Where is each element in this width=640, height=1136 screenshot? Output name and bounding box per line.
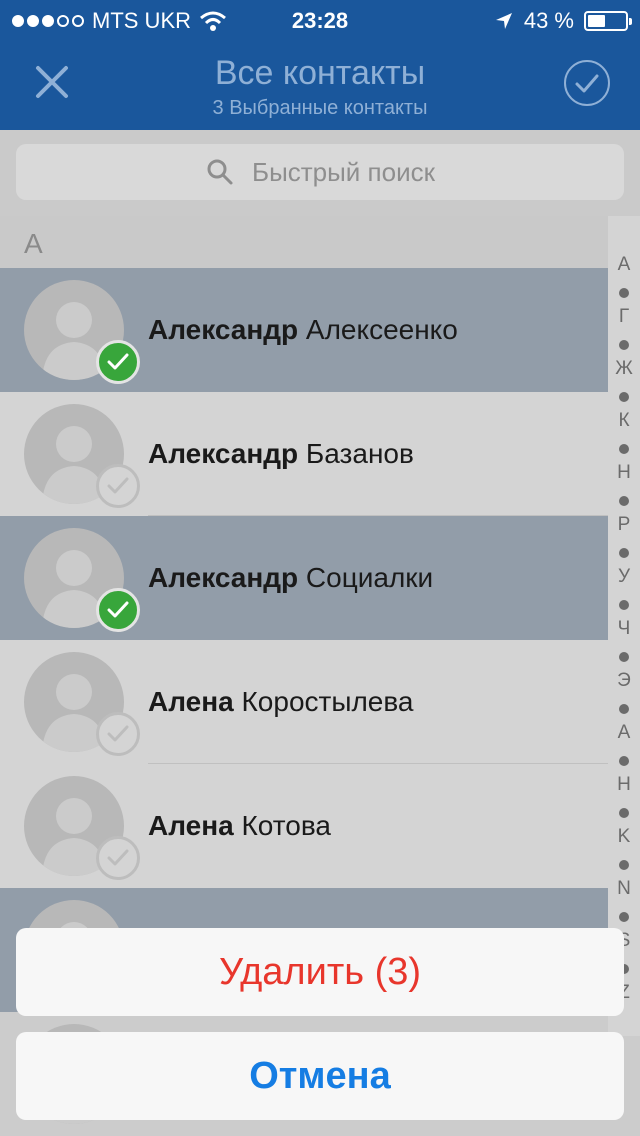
index-letter[interactable]: Ч (608, 618, 640, 640)
checkmark-icon (575, 74, 599, 93)
search-input[interactable]: Быстрый поиск (16, 144, 624, 200)
contact-row[interactable]: Алена Котова (0, 764, 608, 888)
unselected-check-icon[interactable] (96, 836, 140, 880)
status-bar: MTS UKR 23:28 43 % (0, 0, 640, 40)
location-arrow-icon (495, 13, 512, 29)
selected-count-subtitle: 3 Выбранные контакты (212, 97, 428, 119)
delete-button[interactable]: Удалить (3) (16, 928, 624, 1016)
contact-name: Александр Социалки (148, 562, 434, 593)
contact-name: Александр Алексеенко (148, 314, 458, 345)
alphabet-index[interactable]: А Г Ж К Н Р У Ч Э A H K N S Z (608, 216, 640, 1036)
contact-row[interactable]: Алена Коростылева (0, 640, 608, 764)
unselected-check-icon[interactable] (96, 712, 140, 756)
navigation-bar: MTS UKR 23:28 43 % Все контакты 3 Выбран… (0, 0, 640, 130)
index-letter[interactable]: Ж (608, 358, 640, 380)
contact-row[interactable]: Александр Базанов (0, 392, 608, 516)
cancel-button[interactable]: Отмена (16, 1032, 624, 1120)
index-letter[interactable]: Г (608, 306, 640, 328)
index-letter[interactable]: А (608, 254, 640, 276)
battery-icon (584, 11, 632, 31)
search-placeholder: Быстрый поиск (252, 157, 435, 187)
index-letter[interactable]: A (608, 722, 640, 744)
section-header: А (0, 216, 640, 268)
contact-row[interactable]: Александр Социалки (0, 516, 608, 640)
search-bar: Быстрый поиск (0, 130, 640, 216)
index-letter[interactable]: Н (608, 462, 640, 484)
done-button[interactable] (564, 60, 610, 106)
section-letter: А (24, 228, 43, 259)
selected-check-icon[interactable] (96, 340, 140, 384)
page-title: Все контакты (214, 54, 426, 92)
index-letter[interactable]: N (608, 878, 640, 900)
close-icon[interactable] (30, 60, 74, 104)
index-letter[interactable]: Э (608, 670, 640, 692)
contact-name: Алена Котова (148, 810, 331, 841)
index-letter[interactable]: H (608, 774, 640, 796)
search-icon (207, 159, 233, 185)
selected-check-icon[interactable] (96, 588, 140, 632)
index-letter[interactable]: K (608, 826, 640, 848)
contact-name: Александр Базанов (148, 438, 414, 469)
index-letter[interactable]: Р (608, 514, 640, 536)
contact-name: Алена Коростылева (148, 686, 414, 717)
unselected-check-icon[interactable] (96, 464, 140, 508)
battery-percent: 43 % (523, 8, 574, 33)
contact-row[interactable]: Александр Алексеенко (0, 268, 608, 392)
index-letter[interactable]: К (608, 410, 640, 432)
index-letter[interactable]: У (608, 566, 640, 588)
